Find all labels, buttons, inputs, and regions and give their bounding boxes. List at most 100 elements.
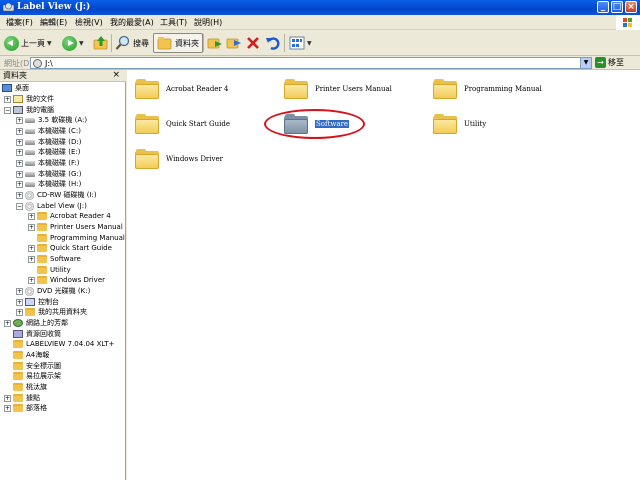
collapse-icon[interactable]: −	[4, 106, 11, 114]
expand-icon[interactable]: +	[28, 212, 35, 220]
expand-icon[interactable]: +	[16, 180, 23, 188]
tree-item-rollup-stand[interactable]: 易拉展示架	[4, 371, 61, 382]
menu-tools[interactable]: 工具(T)	[160, 17, 187, 28]
expand-icon[interactable]: +	[28, 255, 35, 263]
expand-icon[interactable]: +	[16, 298, 23, 306]
up-folder-icon	[93, 36, 108, 50]
expand-icon[interactable]: +	[28, 244, 35, 252]
expand-icon[interactable]: +	[16, 159, 23, 167]
folder-icon	[37, 266, 47, 275]
tree-item-desktop[interactable]: 桌面	[2, 83, 29, 94]
expand-icon[interactable]: +	[16, 308, 23, 316]
network-icon	[13, 319, 23, 328]
chevron-down-icon: ▼	[47, 39, 52, 47]
expand-icon[interactable]: +	[28, 223, 35, 231]
expand-icon[interactable]: +	[16, 127, 23, 135]
tree-item-drive-e[interactable]: + 本機磁碟 (E:)	[16, 147, 80, 158]
maximize-button[interactable]: □	[611, 1, 623, 13]
expand-icon[interactable]: +	[4, 404, 11, 412]
copy-to-icon	[226, 38, 241, 49]
folder-icon	[13, 351, 23, 360]
delete-icon	[247, 37, 259, 49]
menu-bar: 檔案(F) 編輯(E) 檢視(V) 我的最愛(A) 工具(T) 說明(H)	[0, 15, 640, 30]
minimize-button[interactable]: _	[597, 1, 609, 13]
collapse-icon[interactable]: −	[16, 202, 23, 210]
folder-pane-title: 資料夾	[3, 71, 27, 80]
close-button[interactable]: ×	[625, 1, 637, 13]
expand-icon[interactable]: +	[28, 276, 35, 284]
folder-icon	[433, 114, 457, 134]
tree-item-my-documents[interactable]: + 我的文件	[4, 94, 54, 105]
folder-item[interactable]: Programming Manual	[433, 79, 542, 99]
tree-item-drive-h[interactable]: + 本機磁碟 (H:)	[16, 179, 81, 190]
tree-item-acrobat-reader[interactable]: + Acrobat Reader 4	[28, 211, 111, 222]
tree-item-blog[interactable]: + 部落格	[4, 403, 47, 414]
expand-icon[interactable]: +	[16, 170, 23, 178]
control-panel-icon	[25, 298, 35, 307]
folder-icon	[135, 149, 159, 169]
folder-icon	[13, 362, 23, 371]
tree-item-drive-i[interactable]: + CD-RW 磁碟機 (I:)	[16, 190, 97, 201]
expand-icon[interactable]: +	[16, 191, 23, 199]
address-dropdown-button[interactable]: ▼	[580, 58, 591, 68]
tree-item-quick-start-guide[interactable]: + Quick Start Guide	[28, 243, 112, 254]
expand-icon[interactable]: +	[16, 138, 23, 146]
tree-item-network[interactable]: + 網路上的芳鄰	[4, 318, 68, 329]
expand-icon[interactable]: +	[4, 319, 11, 327]
folder-icon	[37, 244, 47, 253]
tree-item-labelview[interactable]: LABELVIEW 7.04.04 XLT+	[4, 339, 114, 350]
up-folder-button[interactable]	[93, 33, 109, 53]
back-button[interactable]: 上一頁 ▼	[4, 33, 52, 53]
undo-button[interactable]	[265, 33, 281, 53]
go-button[interactable]: → 移至	[595, 57, 624, 68]
folder-item[interactable]: Quick Start Guide	[135, 114, 230, 134]
cd-icon	[25, 286, 34, 296]
tree-item-floppy[interactable]: + 3.5 軟碟機 (A:)	[16, 115, 87, 126]
chevron-down-icon: ▼	[307, 39, 312, 47]
tree-item-drive-c[interactable]: + 本機磁碟 (C:)	[16, 126, 81, 137]
address-value[interactable]: J:\	[45, 58, 53, 69]
menu-file[interactable]: 檔案(F)	[6, 17, 33, 28]
tree-item-printer-users-manual[interactable]: + Printer Users Manual	[28, 222, 123, 233]
expand-icon[interactable]: +	[4, 95, 11, 103]
address-input[interactable]: J:\ ▼	[30, 57, 592, 69]
tree-item-software[interactable]: + Software	[28, 254, 81, 265]
tree-item-flag[interactable]: 桃汰旗	[4, 382, 47, 393]
go-arrow-icon: →	[595, 57, 606, 68]
folder-item[interactable]: Utility	[433, 114, 486, 134]
search-button[interactable]: 搜尋	[115, 33, 149, 53]
move-to-icon	[207, 38, 222, 49]
address-label: 網址(D)	[4, 59, 33, 68]
copy-to-button[interactable]	[226, 33, 242, 53]
folder-icon	[25, 308, 35, 317]
expand-icon[interactable]: +	[4, 394, 11, 402]
expand-icon[interactable]: +	[16, 287, 23, 295]
expand-icon[interactable]: +	[16, 116, 23, 124]
title-bar[interactable]: Label View (J:) _ □ ×	[0, 0, 640, 15]
tree-item-drive-f[interactable]: + 本機磁碟 (F:)	[16, 158, 80, 169]
folder-item[interactable]: Printer Users Manual	[284, 79, 392, 99]
menu-favorites[interactable]: 我的最愛(A)	[110, 17, 154, 28]
folder-icon	[37, 255, 47, 264]
move-to-button[interactable]	[207, 33, 223, 53]
forward-button[interactable]: ▼	[62, 33, 84, 53]
recycle-bin-icon	[13, 330, 23, 339]
chevron-down-icon: ▼	[79, 39, 84, 47]
desktop-icon	[2, 84, 12, 93]
tree-item-windows-driver[interactable]: + Windows Driver	[28, 275, 105, 286]
menu-edit[interactable]: 編輯(E)	[40, 17, 67, 28]
views-button[interactable]: ▼	[289, 33, 312, 53]
tree-item-drive-k[interactable]: + DVD 光碟機 (K:)	[16, 286, 90, 297]
tree-item-shared-folder[interactable]: + 我的共用資料夾	[16, 307, 87, 318]
close-pane-button[interactable]: ×	[112, 70, 120, 80]
menu-view[interactable]: 檢視(V)	[75, 17, 103, 28]
menu-help[interactable]: 說明(H)	[194, 17, 222, 28]
delete-button[interactable]	[246, 33, 260, 53]
folders-button[interactable]: 資料夾	[153, 33, 203, 53]
back-arrow-icon	[4, 35, 19, 51]
tree-item-a4-poster[interactable]: A4海報	[4, 350, 49, 361]
folder-item[interactable]: Windows Driver	[135, 149, 223, 169]
folder-item[interactable]: Acrobat Reader 4	[135, 79, 228, 99]
folder-icon	[433, 79, 457, 99]
expand-icon[interactable]: +	[16, 148, 23, 156]
